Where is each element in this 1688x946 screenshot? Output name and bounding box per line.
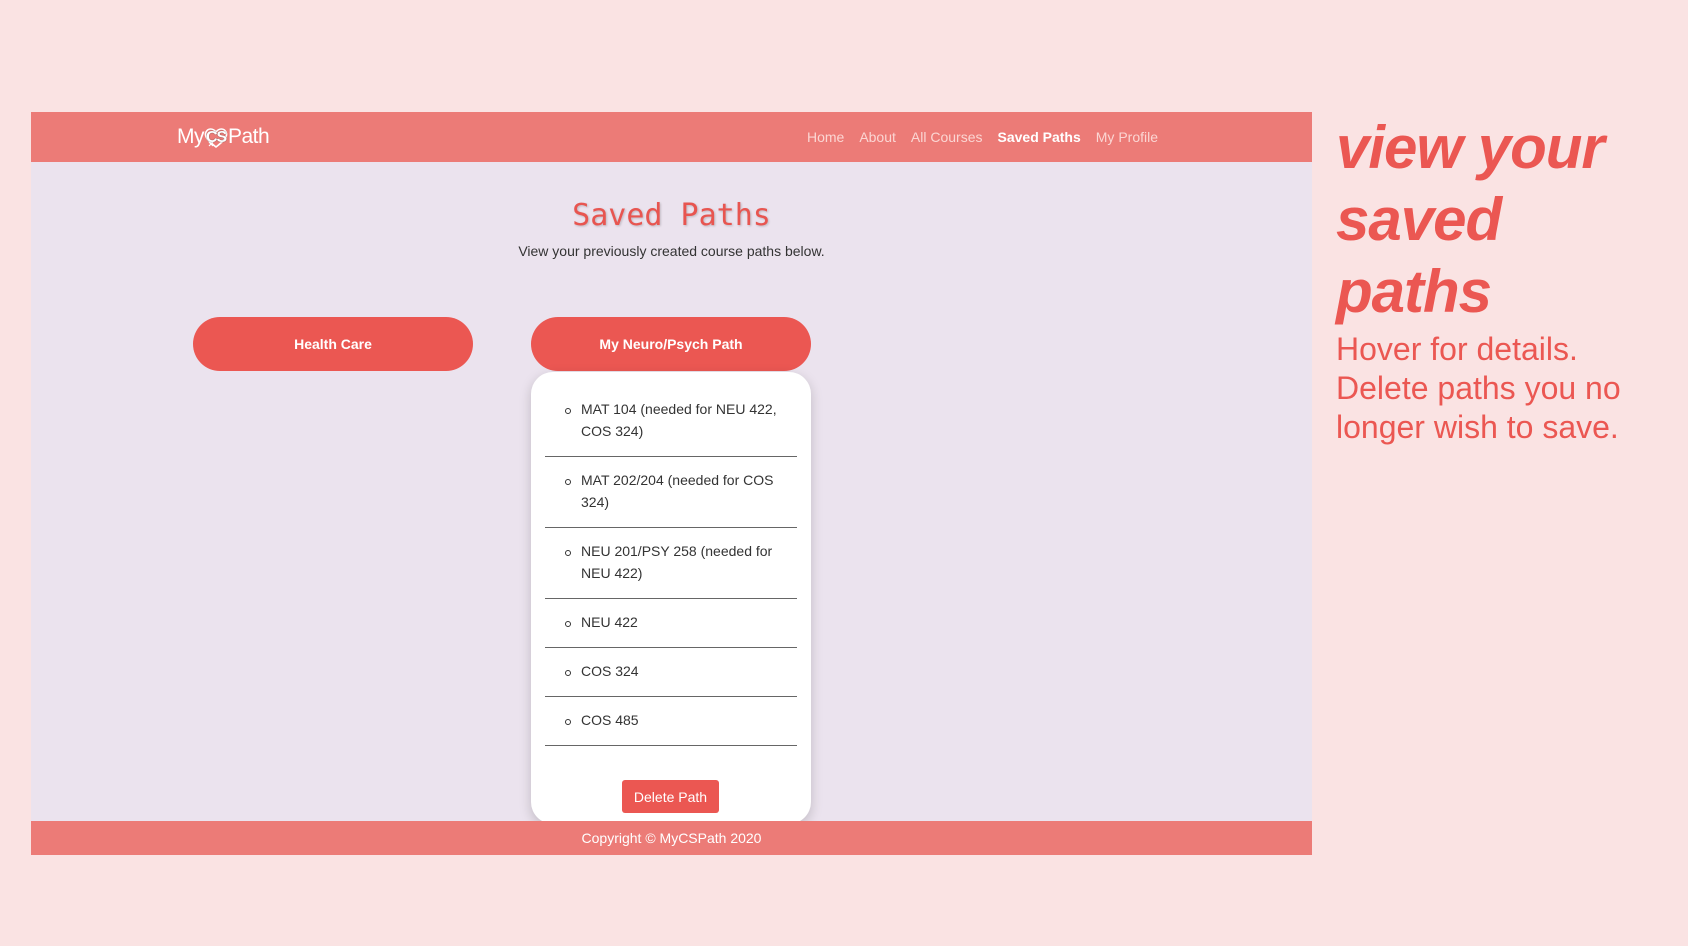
- list-item: NEU 201/PSY 258 (needed for NEU 422): [545, 528, 797, 599]
- bullet-icon: [565, 479, 571, 485]
- list-item: NEU 422: [545, 599, 797, 648]
- footer: Copyright © MyCSPath 2020: [31, 821, 1312, 855]
- caption-heading: view your saved paths: [1336, 114, 1605, 325]
- course-label: MAT 202/204 (needed for COS 324): [581, 472, 774, 510]
- path-details-card: MAT 104 (needed for NEU 422, COS 324) MA…: [531, 372, 811, 824]
- nav-menu: Home About All Courses Saved Paths My Pr…: [807, 112, 1158, 162]
- nav-home[interactable]: Home: [807, 129, 844, 145]
- nav-about[interactable]: About: [859, 129, 896, 145]
- nav-saved-paths[interactable]: Saved Paths: [998, 129, 1081, 145]
- caption-body: Hover for details. Delete paths you no l…: [1336, 331, 1621, 445]
- logo-text-mid: CS: [206, 129, 227, 146]
- bullet-icon: [565, 670, 571, 676]
- course-label: COS 485: [581, 712, 639, 728]
- navbar: My CS Path Home About All Courses Saved …: [31, 112, 1312, 162]
- bullet-icon: [565, 719, 571, 725]
- bullet-icon: [565, 550, 571, 556]
- course-label: NEU 422: [581, 614, 638, 630]
- bullet-icon: [565, 408, 571, 414]
- list-item: MAT 104 (needed for NEU 422, COS 324): [545, 386, 797, 457]
- logo-text-suffix: Path: [228, 125, 270, 148]
- page-subtitle: View your previously created course path…: [518, 243, 825, 259]
- course-label: MAT 104 (needed for NEU 422, COS 324): [581, 401, 777, 439]
- logo[interactable]: My CS Path: [177, 124, 270, 150]
- delete-path-button[interactable]: Delete Path: [622, 780, 719, 813]
- path-button-neuro-psych[interactable]: My Neuro/Psych Path: [531, 317, 811, 371]
- list-item: MAT 202/204 (needed for COS 324): [545, 457, 797, 528]
- logo-text-prefix: My: [177, 125, 205, 148]
- app-screenshot: My CS Path Home About All Courses Saved …: [31, 112, 1312, 855]
- list-item: COS 324: [545, 648, 797, 697]
- logo-mark: CS: [204, 126, 228, 149]
- nav-all-courses[interactable]: All Courses: [911, 129, 983, 145]
- course-label: COS 324: [581, 663, 639, 679]
- course-label: NEU 201/PSY 258 (needed for NEU 422): [581, 543, 773, 581]
- path-button-health-care[interactable]: Health Care: [193, 317, 473, 371]
- page-title: Saved Paths: [572, 198, 771, 233]
- list-item: COS 485: [545, 697, 797, 746]
- bullet-icon: [565, 621, 571, 627]
- nav-my-profile[interactable]: My Profile: [1096, 129, 1158, 145]
- course-list: MAT 104 (needed for NEU 422, COS 324) MA…: [531, 372, 811, 746]
